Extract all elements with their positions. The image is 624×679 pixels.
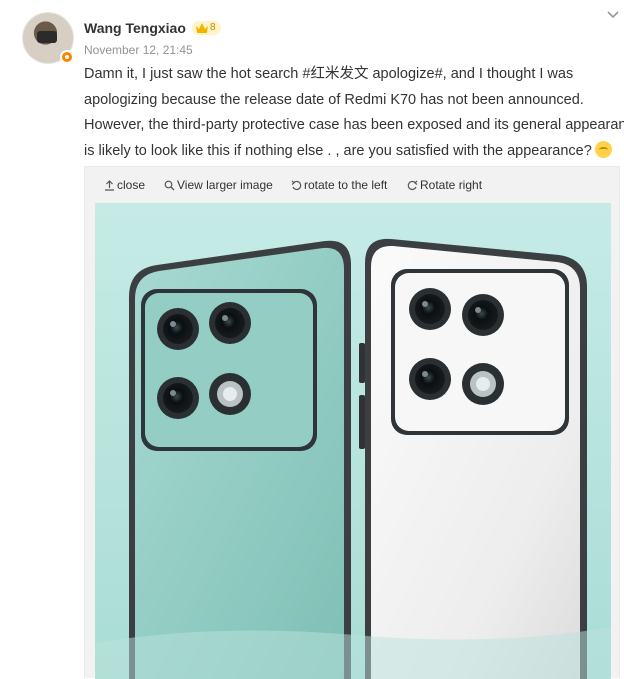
close-button[interactable]: close: [104, 178, 145, 192]
post-timestamp[interactable]: November 12, 21:45: [84, 43, 193, 57]
post-body: Damn it, I just saw the hot search #红米发文…: [84, 62, 624, 164]
phone-render: [95, 203, 611, 679]
post-line: However, the third-party protective case…: [84, 117, 624, 133]
author-name[interactable]: Wang Tengxiao: [84, 20, 186, 36]
white-phone: [359, 238, 587, 679]
upload-arrow-icon: [105, 179, 114, 191]
rotate-left-icon: [291, 180, 302, 190]
magnifier-icon: [164, 180, 175, 190]
rotate-right-icon: [407, 180, 418, 190]
crown-icon: [196, 23, 208, 33]
verified-badge-icon: [60, 50, 74, 64]
view-larger-button[interactable]: View larger image: [164, 178, 273, 192]
post-image[interactable]: [95, 203, 611, 679]
post-line: apologizing because the release date of …: [84, 91, 584, 108]
media-toolbar: close View larger image rotate to the le…: [85, 167, 619, 203]
rotate-right-button[interactable]: Rotate right: [407, 178, 482, 192]
post-line-text: is likely to look like this if nothing e…: [84, 142, 592, 159]
chevron-down-icon[interactable]: [606, 8, 620, 22]
level-badge: 8: [192, 21, 221, 35]
view-larger-label: View larger image: [177, 178, 273, 192]
rotate-right-label: Rotate right: [420, 178, 483, 192]
level-number: 8: [210, 22, 216, 33]
post-line: is likely to look like this if nothing e…: [84, 139, 624, 165]
avatar[interactable]: [22, 12, 74, 64]
post-line: Damn it, I just saw the hot search #红米发文…: [84, 66, 574, 82]
teal-phone: [129, 240, 351, 679]
rotate-left-button[interactable]: rotate to the left: [291, 178, 387, 192]
camera-photo: [37, 31, 57, 43]
rotate-left-label: rotate to the left: [304, 178, 388, 192]
close-label: close: [117, 178, 146, 192]
smiley-emoji-icon: [594, 140, 612, 158]
media-viewer: close View larger image rotate to the le…: [84, 166, 620, 679]
